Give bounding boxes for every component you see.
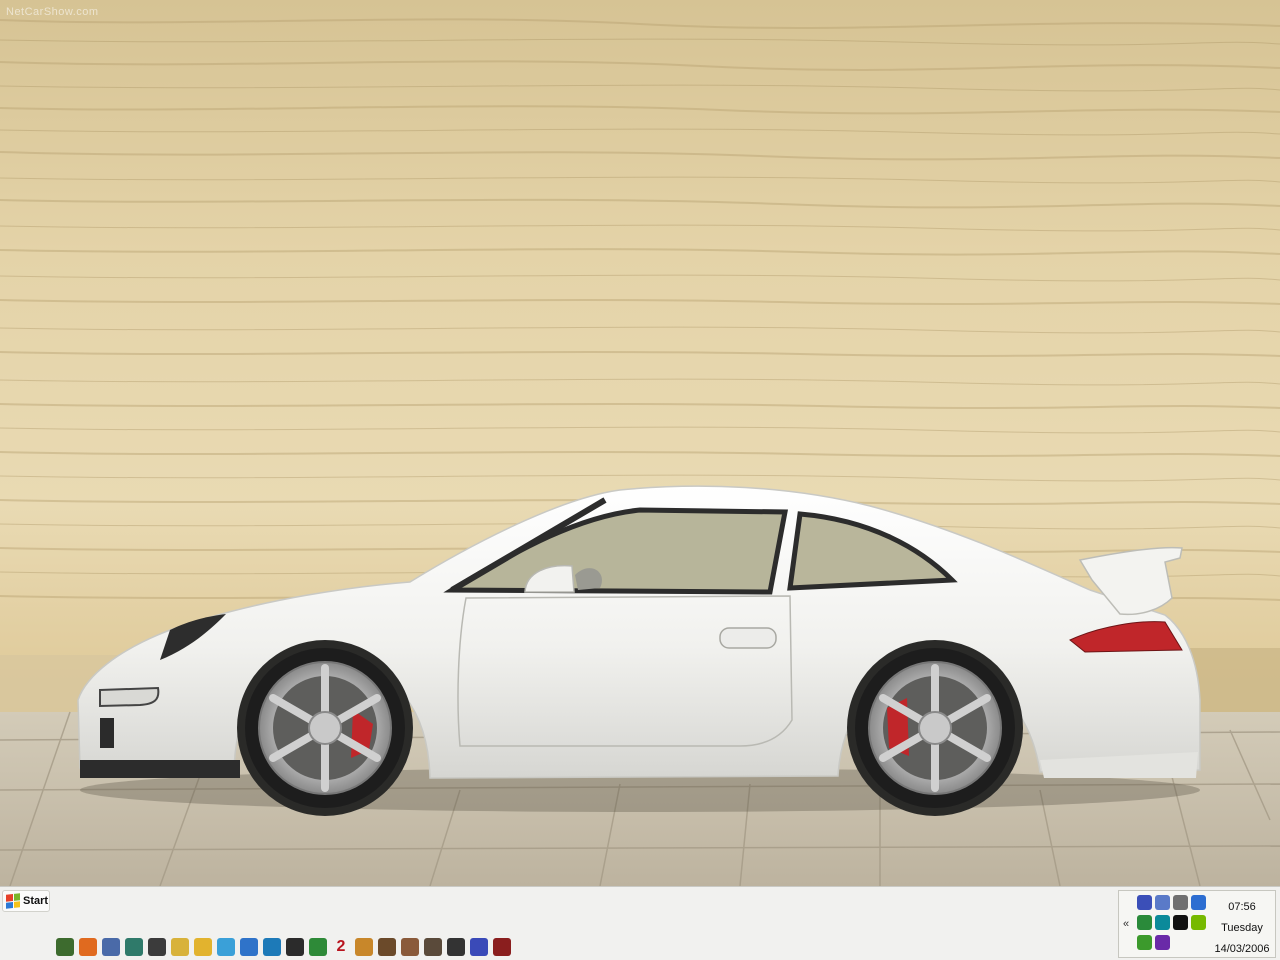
puzzle-icon[interactable]: [493, 938, 511, 956]
wallpaper-watermark: NetCarShow.com: [6, 6, 99, 18]
clock-time: 07:56: [1228, 901, 1256, 913]
nvidia-icon[interactable]: [1191, 915, 1206, 930]
camera-icon[interactable]: [171, 938, 189, 956]
face-icon[interactable]: [401, 938, 419, 956]
start-label: Start: [23, 895, 49, 907]
shield-icon[interactable]: [1155, 935, 1170, 950]
clock-day: Tuesday: [1221, 922, 1263, 934]
smiley-icon[interactable]: [355, 938, 373, 956]
gamepad-icon[interactable]: [1137, 915, 1152, 930]
disc-icon[interactable]: [148, 938, 166, 956]
tray-expand-button[interactable]: «: [1123, 918, 1129, 930]
clock-date: 14/03/2006: [1214, 943, 1270, 955]
headphones-icon[interactable]: [102, 938, 120, 956]
grid-icon[interactable]: [309, 938, 327, 956]
system-tray: « 07:56 Tuesday 14/03/2006: [1118, 890, 1276, 958]
figure-icon[interactable]: [378, 938, 396, 956]
image-icon[interactable]: [263, 938, 281, 956]
winamp-icon[interactable]: [1173, 915, 1188, 930]
desktop[interactable]: NetCarShow.com: [0, 0, 1280, 886]
football-icon[interactable]: [470, 938, 488, 956]
quick-launch-bar: 2: [56, 937, 511, 957]
start-button[interactable]: Start: [2, 890, 50, 912]
number-icon[interactable]: 2: [332, 938, 350, 956]
taskbar: Start 2 « 07:56 Tuesday 14/03/2006: [0, 886, 1280, 960]
steam-icon[interactable]: [447, 938, 465, 956]
wallpaper-image: [0, 0, 1280, 886]
refresh-icon[interactable]: [217, 938, 235, 956]
character-icon[interactable]: [424, 938, 442, 956]
globe-icon[interactable]: [240, 938, 258, 956]
windows-live-icon[interactable]: [1137, 935, 1152, 950]
game-icon[interactable]: [286, 938, 304, 956]
network-error-icon[interactable]: [1155, 895, 1170, 910]
clock[interactable]: 07:56 Tuesday 14/03/2006: [1211, 897, 1273, 960]
volume-icon[interactable]: [1191, 895, 1206, 910]
people-icon[interactable]: [79, 938, 97, 956]
messenger-icon[interactable]: [1155, 915, 1170, 930]
document-icon[interactable]: [125, 938, 143, 956]
folder-icon[interactable]: [194, 938, 212, 956]
disc-tray-icon[interactable]: [1173, 895, 1188, 910]
arrow-cursor-icon[interactable]: [56, 938, 74, 956]
windows-logo-icon: [6, 893, 20, 909]
network-icon[interactable]: [1137, 895, 1152, 910]
